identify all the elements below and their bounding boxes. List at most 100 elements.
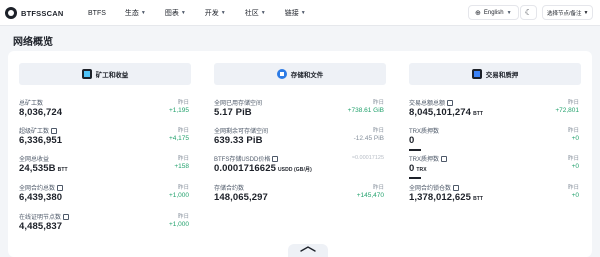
metric-value: 8,036,724 <box>19 107 63 118</box>
metric-change: +1,000 <box>168 221 189 228</box>
metric-change: +0 <box>571 135 579 142</box>
metric-change: +1,000 <box>168 192 189 199</box>
metric-value: 639.33 PiB <box>214 135 263 146</box>
metric-label: TRX质押数 <box>409 154 448 163</box>
label-text: 全网总收益 <box>19 157 50 163</box>
chevron-down-icon: ▼ <box>140 10 146 16</box>
metric-trade-volume: 交易总额总额 8,045,101,274 BTT 昨日 +72,801 <box>409 98 581 126</box>
metric-remaining-storage: 全网剩余可存储空间 639.33 PiB 昨日 -12.45 PiB <box>214 126 386 154</box>
metric-storage-contracts: 存储合约数 148,065,297 昨日 +145,470 <box>214 183 386 211</box>
main-nav: BTFS 生态 ▼ 图表 ▼ 开发 ▼ 社区 ▼ 链接 ▼ <box>88 8 325 18</box>
label-text: TRX质押数 <box>409 157 440 163</box>
metric-total-rewards: 全网总收益 24,535B BTT 昨日 +158 <box>19 154 191 182</box>
column-header: 存储和文件 <box>214 63 386 85</box>
metric-yesterday-label: 昨日 <box>567 156 579 162</box>
nav-label: 生态 <box>124 10 139 17</box>
nav-label: BTFS <box>88 9 106 17</box>
label-text: 超级矿工数 <box>19 129 50 135</box>
collapse-toggle-button[interactable] <box>288 244 328 257</box>
metric-change: +4,175 <box>168 135 189 142</box>
metric-label: 总矿工数 <box>19 98 43 107</box>
progress-bar <box>409 177 421 179</box>
node-selector-label: 选择节点/备注 <box>547 10 582 17</box>
metric-yesterday-label: 昨日 <box>177 156 189 162</box>
info-icon[interactable] <box>51 127 58 134</box>
label-text: 全网合约总数 <box>19 186 56 192</box>
metric-yesterday-label: 昨日 <box>567 185 579 191</box>
metric-label: 全网合约锁仓数 <box>409 183 460 192</box>
nav-label: 图表 <box>164 10 179 17</box>
unit-label: BTT <box>473 196 484 202</box>
theme-toggle-button[interactable]: ☾ <box>520 5 537 20</box>
chevron-down-icon: ▼ <box>506 9 512 16</box>
info-icon[interactable] <box>63 213 70 220</box>
chevron-down-icon: ▼ <box>300 10 306 16</box>
nav-item-btfs[interactable]: BTFS <box>88 8 106 18</box>
nav-item-ecosystem[interactable]: 生态 ▼ <box>125 8 146 18</box>
metric-trx-staked-2: TRX质押数 0 TRX 昨日 +0 <box>409 154 581 182</box>
metric-yesterday-label: 昨日 <box>372 100 384 106</box>
metric-online-proof-nodes: 在线证明节点数 4,485,837 昨日 +1,000 <box>19 212 191 240</box>
trade-icon <box>471 69 482 79</box>
column-title: 存储和文件 <box>290 72 324 79</box>
metric-change: ≈0.00017125 <box>351 155 384 161</box>
nav-label: 链接 <box>284 10 299 17</box>
btfsscan-logo[interactable]: BTFSSCAN <box>5 7 63 19</box>
metric-value: 4,485,837 <box>19 221 63 232</box>
nav-item-community[interactable]: 社区 ▼ <box>245 8 266 18</box>
metric-value: 0 TRX <box>409 163 427 174</box>
logo-text: BTFSSCAN <box>21 8 64 18</box>
moon-icon: ☾ <box>524 8 533 17</box>
info-icon[interactable] <box>447 99 454 106</box>
label-text: 交易总额总额 <box>409 101 446 107</box>
metric-value: 6,336,951 <box>19 135 63 146</box>
chevron-down-icon: ▼ <box>220 10 226 16</box>
network-overview-card: 矿工和收益 总矿工数 8,036,724 昨日 +1,195 超级矿工数 6,3… <box>8 51 592 257</box>
metric-used-storage: 全网已用存储空间 5.17 PiB 昨日 +738.61 GiB <box>214 98 386 126</box>
trade-column: 交易和质押 交易总额总额 8,045,101,274 BTT 昨日 +72,801… <box>409 63 581 203</box>
unit-label: BTT <box>473 111 484 117</box>
top-header: BTFSSCAN BTFS 生态 ▼ 图表 ▼ 开发 ▼ 社区 ▼ 链接 ▼ ⊕ Engl… <box>0 0 600 26</box>
metric-label: 超级矿工数 <box>19 126 58 135</box>
metric-yesterday-label: 昨日 <box>177 100 189 106</box>
metric-label: 全网总收益 <box>19 154 49 163</box>
column-header: 矿工和收益 <box>19 63 191 85</box>
metric-change: +145,470 <box>356 192 384 199</box>
metric-storage-price: BTFS存储USDD价格 0.0001716625 USDD (GB/月) ≈0.… <box>214 154 386 182</box>
metric-change: +158 <box>174 163 189 170</box>
nav-item-dev[interactable]: 开发 ▼ <box>205 8 226 18</box>
node-selector[interactable]: 选择节点/备注 ▼ <box>542 5 594 20</box>
unit-label: USDD (GB/月) <box>277 167 312 173</box>
nav-item-links[interactable]: 链接 ▼ <box>285 8 306 18</box>
value-text: 0 <box>409 163 415 174</box>
miner-icon <box>81 69 92 79</box>
info-icon[interactable] <box>272 155 279 162</box>
metric-label: 全网合约总数 <box>19 183 64 192</box>
storage-icon <box>276 69 287 79</box>
page-title: 网络概览 <box>13 37 53 48</box>
nav-label: 开发 <box>204 10 219 17</box>
language-selector[interactable]: ⊕ English ▼ <box>468 5 519 20</box>
metric-change: +1,195 <box>168 107 189 114</box>
label-text: 总矿工数 <box>19 101 44 107</box>
metric-yesterday-label: 昨日 <box>567 100 579 106</box>
label-text: 在线证明节点数 <box>19 215 62 221</box>
language-label: English <box>483 9 504 16</box>
metric-yesterday-label: 昨日 <box>567 128 579 134</box>
metric-value: 0 <box>409 135 415 146</box>
info-icon[interactable] <box>441 155 448 162</box>
metric-label: TRX质押数 <box>409 126 439 135</box>
column-title: 交易和质押 <box>485 72 519 79</box>
info-icon[interactable] <box>57 184 64 191</box>
info-icon[interactable] <box>453 184 460 191</box>
metric-super-miners: 超级矿工数 6,336,951 昨日 +4,175 <box>19 126 191 154</box>
metric-value: 6,439,380 <box>19 192 63 203</box>
metric-yesterday-label: 昨日 <box>372 185 384 191</box>
logo-icon <box>5 7 17 19</box>
metric-label: 在线证明节点数 <box>19 212 70 221</box>
metric-locked-contracts: 全网合约锁仓数 1,378,012,625 BTT 昨日 +0 <box>409 183 581 211</box>
label-text: BTFS存储USDD价格 <box>214 157 271 163</box>
chevron-down-icon: ▼ <box>583 9 589 16</box>
metric-total-miners: 总矿工数 8,036,724 昨日 +1,195 <box>19 98 191 126</box>
nav-item-charts[interactable]: 图表 ▼ <box>165 8 186 18</box>
